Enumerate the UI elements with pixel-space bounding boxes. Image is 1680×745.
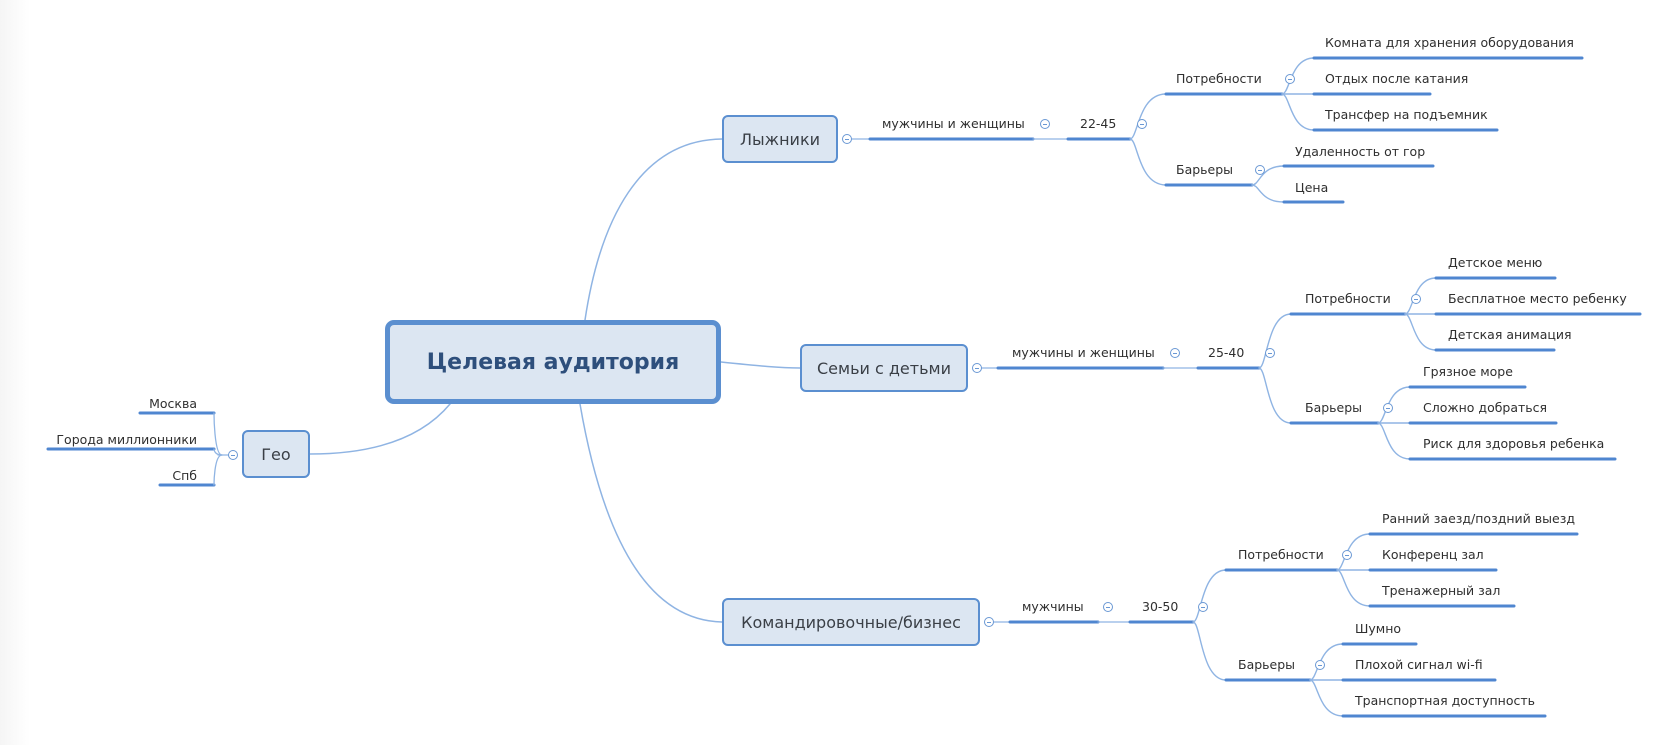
collapse-toggle-families-age[interactable] — [1265, 348, 1275, 358]
collapse-toggle-skiers[interactable] — [842, 134, 852, 144]
families-age[interactable]: 25-40 — [1208, 345, 1244, 361]
families-needs[interactable]: Потребности — [1305, 291, 1391, 307]
branch-connector-business — [579, 403, 723, 623]
business-barrier-item[interactable]: Плохой сигнал wi-fi — [1355, 657, 1483, 673]
business-need-item[interactable]: Конференц зал — [1382, 547, 1484, 563]
branch-connector — [1309, 679, 1344, 717]
skiers-barriers[interactable]: Барьеры — [1176, 162, 1233, 178]
branch-connector-barriers — [1192, 621, 1227, 681]
topic-business-label: Командировочные/бизнес — [741, 612, 961, 632]
collapse-toggle-skiers-age[interactable] — [1137, 119, 1147, 129]
skiers-needs[interactable]: Потребности — [1176, 71, 1262, 87]
branch-connector-barriers — [1258, 367, 1292, 424]
geo-item-million-cities[interactable]: Города миллионники — [56, 432, 197, 448]
business-need-item[interactable]: Тренажерный зал — [1382, 583, 1500, 599]
families-barriers[interactable]: Барьеры — [1305, 400, 1362, 416]
branch-connector-needs — [1129, 93, 1167, 140]
collapse-toggle-families-needs[interactable] — [1411, 294, 1421, 304]
collapse-toggle-business-barriers[interactable] — [1315, 660, 1325, 670]
topic-geo[interactable]: Гео — [242, 430, 310, 478]
skiers-need-item[interactable]: Комната для хранения оборудования — [1325, 35, 1574, 51]
geo-item-spb[interactable]: Спб — [172, 468, 197, 484]
business-gender[interactable]: мужчины — [1022, 599, 1084, 615]
families-need-item[interactable]: Детское меню — [1448, 255, 1542, 271]
branch-connector — [1251, 184, 1285, 203]
families-gender[interactable]: мужчины и женщины — [1012, 345, 1155, 361]
collapse-toggle-families-barriers[interactable] — [1383, 403, 1393, 413]
geo-item-moscow[interactable]: Москва — [149, 396, 197, 412]
branch-connector-barriers — [1129, 138, 1167, 186]
topic-business[interactable]: Командировочные/бизнес — [722, 598, 980, 646]
branch-connector — [1404, 313, 1437, 351]
collapse-toggle-business-gender[interactable] — [1103, 602, 1113, 612]
topic-geo-label: Гео — [261, 444, 291, 464]
branch-connector — [1377, 422, 1411, 460]
families-need-item[interactable]: Бесплатное место ребенку — [1448, 291, 1627, 307]
collapse-toggle-skiers-barriers[interactable] — [1255, 165, 1265, 175]
business-barrier-item[interactable]: Транспортная доступность — [1355, 693, 1535, 709]
skiers-gender[interactable]: мужчины и женщины — [882, 116, 1025, 132]
business-needs[interactable]: Потребности — [1238, 547, 1324, 563]
skiers-need-item[interactable]: Отдых после катания — [1325, 71, 1468, 87]
families-barrier-item[interactable]: Сложно добраться — [1423, 400, 1547, 416]
business-barrier-item[interactable]: Шумно — [1355, 621, 1401, 637]
collapse-toggle-geo[interactable] — [228, 450, 238, 460]
branch-connector-geo — [309, 403, 451, 455]
business-barriers[interactable]: Барьеры — [1238, 657, 1295, 673]
business-need-item[interactable]: Ранний заезд/поздний выезд — [1382, 511, 1575, 527]
branch-connector — [1336, 569, 1371, 607]
topic-skiers[interactable]: Лыжники — [722, 115, 838, 163]
skiers-need-item[interactable]: Трансфер на подъемник — [1325, 107, 1488, 123]
families-barrier-item[interactable]: Риск для здоровья ребенка — [1423, 436, 1604, 452]
branch-connector-families — [720, 361, 801, 369]
skiers-barrier-item[interactable]: Цена — [1295, 180, 1328, 196]
collapse-toggle-skiers-gender[interactable] — [1040, 119, 1050, 129]
skiers-barrier-item[interactable]: Удаленность от гор — [1295, 144, 1425, 160]
collapse-toggle-families[interactable] — [972, 363, 982, 373]
branch-connector-needs — [1192, 569, 1227, 623]
collapse-toggle-business[interactable] — [984, 617, 994, 627]
collapse-toggle-business-needs[interactable] — [1342, 550, 1352, 560]
collapse-toggle-business-age[interactable] — [1198, 602, 1208, 612]
branch-connector — [213, 454, 223, 486]
skiers-age[interactable]: 22-45 — [1080, 116, 1116, 132]
branch-connector — [1281, 93, 1315, 131]
branch-connector-needs — [1258, 313, 1292, 369]
central-topic-label: Целевая аудитория — [426, 349, 680, 375]
collapse-toggle-skiers-needs[interactable] — [1285, 74, 1295, 84]
central-topic[interactable]: Целевая аудитория — [385, 320, 721, 404]
families-need-item[interactable]: Детская анимация — [1448, 327, 1572, 343]
topic-families-label: Семьи с детьми — [816, 358, 951, 378]
topic-skiers-label: Лыжники — [740, 129, 820, 149]
families-barrier-item[interactable]: Грязное море — [1423, 364, 1513, 380]
business-age[interactable]: 30-50 — [1142, 599, 1178, 615]
topic-families[interactable]: Семьи с детьми — [800, 344, 968, 392]
collapse-toggle-families-gender[interactable] — [1170, 348, 1180, 358]
branch-connector-skiers — [584, 138, 723, 321]
